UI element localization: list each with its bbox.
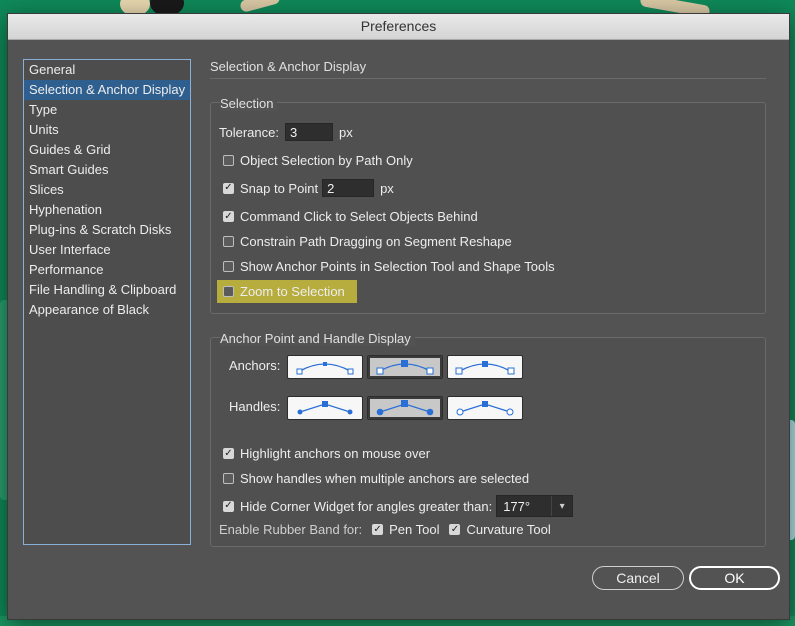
curvature-tool-checkbox[interactable]: ✓: [449, 524, 461, 535]
anchor-style-small-hollow-icon: [296, 362, 354, 375]
pen-tool-label: Pen Tool: [389, 522, 440, 537]
anchors-label: Anchors:: [229, 358, 281, 373]
page-title: Selection & Anchor Display: [210, 59, 766, 79]
snap-to-point-unit: px: [380, 180, 394, 196]
show-handles-label: Show handles when multiple anchors are s…: [240, 471, 530, 486]
corner-angle-combo[interactable]: 177° ▾: [496, 495, 574, 517]
constrain-path-checkbox[interactable]: [223, 236, 234, 247]
snap-to-point-row[interactable]: ✓ Snap to Point px: [223, 179, 394, 197]
sidebar-item-smart-guides[interactable]: Smart Guides: [24, 160, 190, 180]
highlight-anchors-row[interactable]: ✓ Highlight anchors on mouse over: [223, 446, 430, 461]
object-selection-label: Object Selection by Path Only: [240, 153, 413, 168]
anchor-handle-display-title: Anchor Point and Handle Display: [220, 331, 415, 346]
sidebar-item-selection-anchor-display[interactable]: Selection & Anchor Display: [24, 80, 190, 100]
highlight-anchors-label: Highlight anchors on mouse over: [240, 446, 431, 461]
zoom-to-selection-checkbox[interactable]: [223, 286, 234, 297]
tolerance-input[interactable]: [284, 123, 333, 141]
preferences-dialog: Preferences General Selection & Anchor D…: [7, 13, 790, 620]
show-anchor-points-checkbox[interactable]: [223, 261, 234, 272]
snap-to-point-input[interactable]: [322, 179, 375, 197]
show-anchor-points-label: Show Anchor Points in Selection Tool and…: [240, 259, 555, 274]
sidebar-item-general[interactable]: General: [24, 60, 190, 80]
sidebar-item-guides-grid[interactable]: Guides & Grid: [24, 140, 190, 160]
handle-style-large-solid-icon: [376, 400, 434, 416]
highlight-anchors-checkbox[interactable]: ✓: [223, 448, 234, 459]
sidebar-item-type[interactable]: Type: [24, 100, 190, 120]
pen-tool-checkbox[interactable]: ✓: [372, 524, 384, 535]
sidebar-item-performance[interactable]: Performance: [24, 260, 190, 280]
dialog-title: Preferences: [8, 14, 789, 40]
sidebar-item-appearance-of-black[interactable]: Appearance of Black: [24, 300, 190, 320]
handle-style-hollow-option[interactable]: [447, 396, 523, 420]
command-click-checkbox[interactable]: ✓: [223, 211, 234, 222]
sidebar-item-file-handling-clipboard[interactable]: File Handling & Clipboard: [24, 280, 190, 300]
command-click-label: Command Click to Select Objects Behind: [240, 209, 478, 224]
rubber-band-row: Enable Rubber Band for: ✓ Pen Tool ✓ Cur…: [219, 522, 551, 537]
zoom-to-selection-row[interactable]: Zoom to Selection: [217, 280, 357, 303]
preferences-content: Selection & Anchor Display Selection Tol…: [210, 59, 766, 547]
handle-style-small-solid-icon: [297, 401, 353, 415]
ok-button[interactable]: OK: [689, 566, 780, 590]
handle-style-hollow-icon: [456, 401, 514, 416]
constrain-path-row[interactable]: Constrain Path Dragging on Segment Resha…: [223, 234, 512, 249]
snap-to-point-checkbox[interactable]: ✓: [223, 182, 234, 194]
handles-label: Handles:: [229, 399, 281, 414]
anchor-style-medium-hollow-icon: [455, 361, 515, 375]
sidebar-item-slices[interactable]: Slices: [24, 180, 190, 200]
anchor-style-large-solid-option[interactable]: [367, 355, 443, 379]
sidebar-item-user-interface[interactable]: User Interface: [24, 240, 190, 260]
anchor-style-small-hollow-option[interactable]: [287, 355, 363, 379]
handle-style-small-solid-option[interactable]: [287, 396, 363, 420]
show-handles-checkbox[interactable]: [223, 473, 234, 484]
snap-to-point-label: Snap to Point: [240, 180, 319, 196]
tolerance-unit: px: [338, 124, 353, 140]
corner-angle-value[interactable]: 177°: [497, 499, 551, 514]
handle-style-large-solid-option[interactable]: [367, 396, 443, 420]
background-decoration: [239, 0, 281, 13]
selection-group: Selection Tolerance: px Object Selection…: [210, 96, 766, 314]
anchor-style-medium-hollow-option[interactable]: [447, 355, 523, 379]
hide-corner-widget-checkbox[interactable]: ✓: [223, 500, 234, 512]
zoom-to-selection-label: Zoom to Selection: [240, 284, 345, 299]
sidebar-item-units[interactable]: Units: [24, 120, 190, 140]
object-selection-checkbox[interactable]: [223, 155, 234, 166]
anchors-style-group: [287, 355, 523, 379]
chevron-down-icon[interactable]: ▾: [551, 496, 572, 516]
show-anchor-points-row[interactable]: Show Anchor Points in Selection Tool and…: [223, 259, 555, 274]
curvature-tool-label: Curvature Tool: [466, 522, 551, 537]
constrain-path-label: Constrain Path Dragging on Segment Resha…: [240, 234, 512, 249]
preferences-sidebar: General Selection & Anchor Display Type …: [23, 59, 191, 545]
object-selection-row[interactable]: Object Selection by Path Only: [223, 153, 413, 168]
selection-group-title: Selection: [220, 96, 278, 111]
anchor-handle-display-group: Anchor Point and Handle Display Anchors:: [210, 331, 766, 547]
hide-corner-widget-label: Hide Corner Widget for angles greater th…: [240, 498, 493, 514]
cancel-button[interactable]: Cancel: [592, 566, 684, 590]
command-click-row[interactable]: ✓ Command Click to Select Objects Behind: [223, 209, 478, 224]
sidebar-item-hyphenation[interactable]: Hyphenation: [24, 200, 190, 220]
handles-style-group: [287, 396, 523, 420]
tolerance-label: Tolerance:: [219, 124, 279, 140]
hide-corner-widget-row[interactable]: ✓ Hide Corner Widget for angles greater …: [223, 495, 574, 517]
anchor-style-large-solid-icon: [376, 360, 434, 375]
show-handles-row[interactable]: Show handles when multiple anchors are s…: [223, 471, 529, 486]
rubber-band-label: Enable Rubber Band for:: [219, 522, 363, 537]
tolerance-row: Tolerance: px: [219, 123, 353, 141]
sidebar-item-plugins-scratch-disks[interactable]: Plug-ins & Scratch Disks: [24, 220, 190, 240]
